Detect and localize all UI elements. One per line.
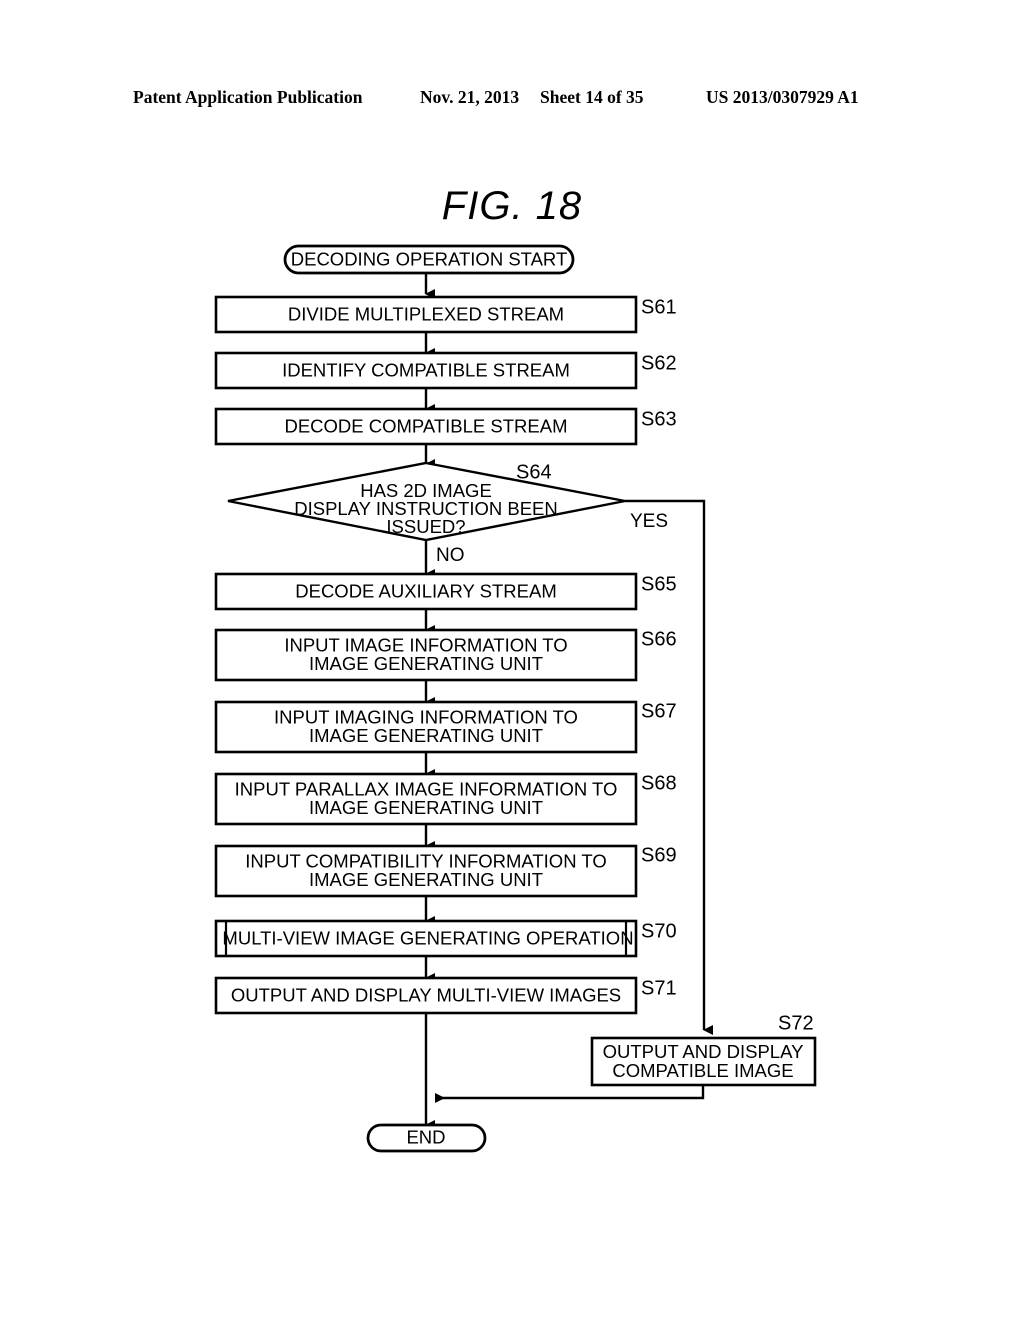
s70-label: MULTI-VIEW IMAGE GENERATING OPERATION — [222, 927, 633, 948]
s63-step-id: S63 — [641, 408, 677, 430]
flow-node-s71: OUTPUT AND DISPLAY MULTI-VIEW IMAGES S71 — [214, 976, 677, 1015]
flow-node-s70-predefined-process: MULTI-VIEW IMAGE GENERATING OPERATION S7… — [214, 919, 677, 958]
flow-node-s68: INPUT PARALLAX IMAGE INFORMATION TO IMAG… — [214, 772, 677, 826]
start-terminator-label: DECODING OPERATION START — [291, 248, 568, 269]
s63-label: DECODE COMPATIBLE STREAM — [284, 415, 567, 436]
s69-label-line2: IMAGE GENERATING UNIT — [309, 869, 543, 890]
flow-node-s65: DECODE AUXILIARY STREAM S65 — [214, 572, 677, 611]
s71-step-id: S71 — [641, 977, 677, 999]
s67-label-line2: IMAGE GENERATING UNIT — [309, 725, 543, 746]
flow-node-end: END — [366, 1123, 487, 1153]
s61-label: DIVIDE MULTIPLEXED STREAM — [288, 303, 564, 324]
s66-label-line2: IMAGE GENERATING UNIT — [309, 653, 543, 674]
s64-step-id: S64 — [516, 461, 552, 483]
connector-s72-to-end — [435, 1085, 705, 1103]
flow-node-s69: INPUT COMPATIBILITY INFORMATION TO IMAGE… — [214, 844, 677, 898]
flow-node-start: DECODING OPERATION START — [283, 244, 575, 275]
s68-step-id: S68 — [641, 772, 677, 794]
s64-branch-yes-label: YES — [630, 511, 668, 532]
s65-step-id: S65 — [641, 573, 677, 595]
end-terminator-label: END — [406, 1126, 445, 1147]
s61-step-id: S61 — [641, 296, 677, 318]
s65-label: DECODE AUXILIARY STREAM — [295, 580, 556, 601]
flow-node-s63: DECODE COMPATIBLE STREAM S63 — [214, 407, 677, 446]
s62-step-id: S62 — [641, 352, 677, 374]
flow-node-s66: INPUT IMAGE INFORMATION TO IMAGE GENERAT… — [214, 628, 677, 682]
flow-node-s61: DIVIDE MULTIPLEXED STREAM S61 — [214, 295, 677, 334]
s70-step-id: S70 — [641, 920, 677, 942]
patent-page: Patent Application Publication Nov. 21, … — [0, 0, 1024, 1320]
s68-label-line2: IMAGE GENERATING UNIT — [309, 797, 543, 818]
s71-label: OUTPUT AND DISPLAY MULTI-VIEW IMAGES — [231, 984, 621, 1005]
flow-node-s64-decision: HAS 2D IMAGE DISPLAY INSTRUCTION BEEN IS… — [227, 461, 626, 542]
s67-step-id: S67 — [641, 700, 677, 722]
flow-node-s62: IDENTIFY COMPATIBLE STREAM S62 — [214, 351, 677, 390]
flowchart-diagram: DECODING OPERATION START DIVIDE MULTIPLE… — [214, 244, 817, 1153]
s69-step-id: S69 — [641, 844, 677, 866]
flow-node-s67: INPUT IMAGING INFORMATION TO IMAGE GENER… — [214, 700, 677, 754]
s72-label-line2: COMPATIBLE IMAGE — [612, 1060, 793, 1081]
s72-step-id: S72 — [778, 1012, 814, 1034]
s72-label-line1: OUTPUT AND DISPLAY — [603, 1041, 804, 1062]
s64-label-line3: ISSUED? — [386, 516, 465, 537]
s66-step-id: S66 — [641, 628, 677, 650]
s64-branch-no-label: NO — [436, 545, 465, 566]
s62-label: IDENTIFY COMPATIBLE STREAM — [282, 359, 570, 380]
